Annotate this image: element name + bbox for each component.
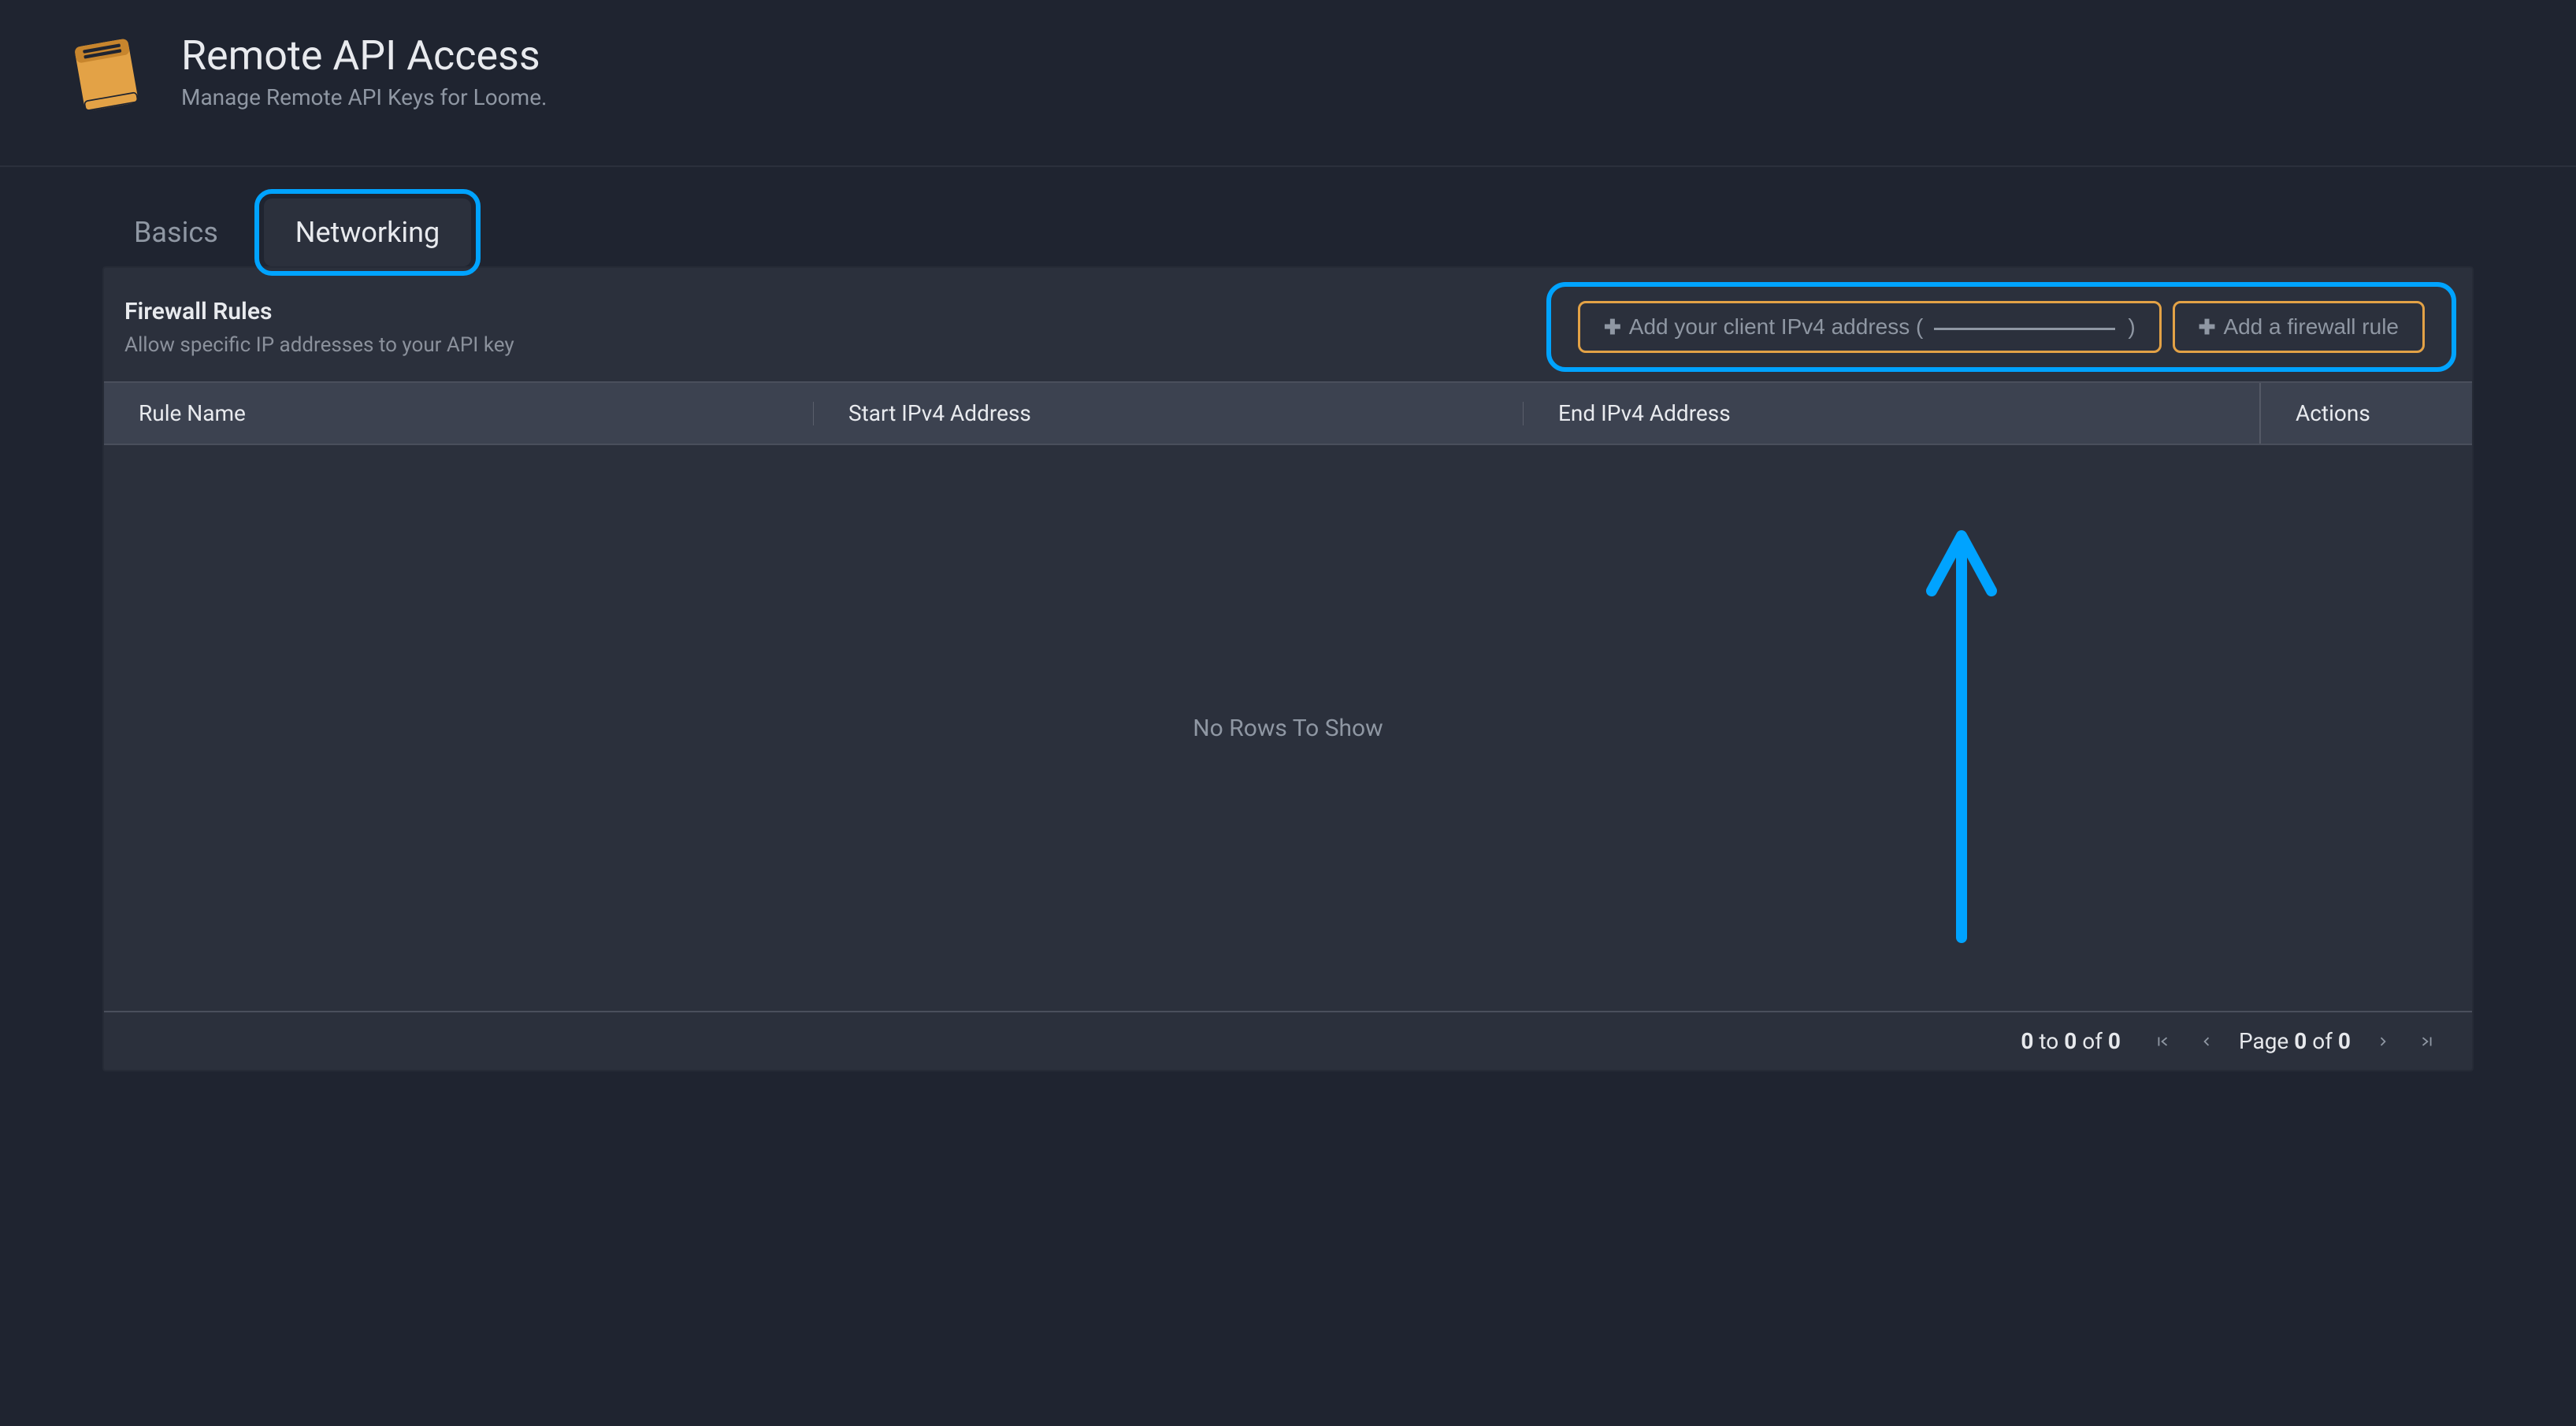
pager-page-word: Page	[2239, 1028, 2288, 1054]
tab-basics[interactable]: Basics	[102, 199, 250, 266]
pager-controls: Page 0 of 0	[2151, 1028, 2439, 1054]
add-firewall-rule-label: Add a firewall rule	[2223, 314, 2399, 340]
pager-from: 0	[2021, 1028, 2033, 1054]
pager-pages: 0	[2338, 1028, 2351, 1054]
col-actions: Actions	[2259, 383, 2472, 444]
pager-to: 0	[2064, 1028, 2077, 1054]
pager-of-word-2: of	[2312, 1028, 2333, 1054]
pager-page-num: 0	[2294, 1028, 2307, 1054]
add-firewall-rule-button[interactable]: ✚ Add a firewall rule	[2173, 301, 2425, 353]
page-root: Remote API Access Manage Remote API Keys…	[0, 0, 2576, 1103]
empty-message: No Rows To Show	[1193, 715, 1383, 742]
pager-total: 0	[2108, 1028, 2121, 1054]
table-header: Rule Name Start IPv4 Address End IPv4 Ad…	[104, 381, 2472, 445]
panel-firewall: Firewall Rules Allow specific IP address…	[102, 266, 2474, 1071]
next-page-icon[interactable]	[2371, 1030, 2395, 1053]
pager: 0 to 0 of 0 Page 0	[104, 1012, 2472, 1070]
header-text: Remote API Access Manage Remote API Keys…	[181, 32, 547, 110]
col-end-ipv4[interactable]: End IPv4 Address	[1524, 383, 2259, 444]
plus-icon: ✚	[2199, 315, 2216, 340]
col-rule-name[interactable]: Rule Name	[104, 383, 813, 444]
pager-of-word: of	[2082, 1028, 2103, 1054]
pager-to-word: to	[2039, 1028, 2058, 1054]
col-start-ipv4[interactable]: Start IPv4 Address	[814, 383, 1523, 444]
add-client-ip-label-prefix: Add your client IPv4 address (	[1629, 314, 1924, 340]
tab-networking[interactable]: Networking	[264, 199, 471, 266]
book-icon	[63, 32, 150, 118]
tabs: Basics Networking	[102, 199, 2474, 266]
client-ip-blank	[1934, 324, 2115, 330]
add-client-ip-label-suffix: )	[2128, 314, 2135, 340]
pager-range: 0 to 0 of 0	[2021, 1028, 2121, 1054]
first-page-icon[interactable]	[2151, 1030, 2174, 1053]
add-client-ip-button[interactable]: ✚ Add your client IPv4 address ( )	[1578, 301, 2162, 353]
page-title: Remote API Access	[181, 32, 547, 80]
pager-page: Page 0 of 0	[2239, 1028, 2351, 1054]
content: Basics Networking Firewall Rules Allow s…	[0, 167, 2576, 1103]
last-page-icon[interactable]	[2415, 1030, 2439, 1053]
page-header: Remote API Access Manage Remote API Keys…	[0, 0, 2576, 167]
prev-page-icon[interactable]	[2195, 1030, 2218, 1053]
panel-header: Firewall Rules Allow specific IP address…	[104, 268, 2472, 381]
panel-header-text: Firewall Rules Allow specific IP address…	[124, 298, 514, 357]
panel-title: Firewall Rules	[124, 298, 514, 325]
panel-actions: ✚ Add your client IPv4 address ( ) ✚ Add…	[1551, 287, 2452, 367]
table-body: No Rows To Show	[104, 445, 2472, 1012]
plus-icon: ✚	[1604, 315, 1621, 340]
panel-subtitle: Allow specific IP addresses to your API …	[124, 333, 514, 357]
page-subtitle: Manage Remote API Keys for Loome.	[181, 84, 547, 110]
